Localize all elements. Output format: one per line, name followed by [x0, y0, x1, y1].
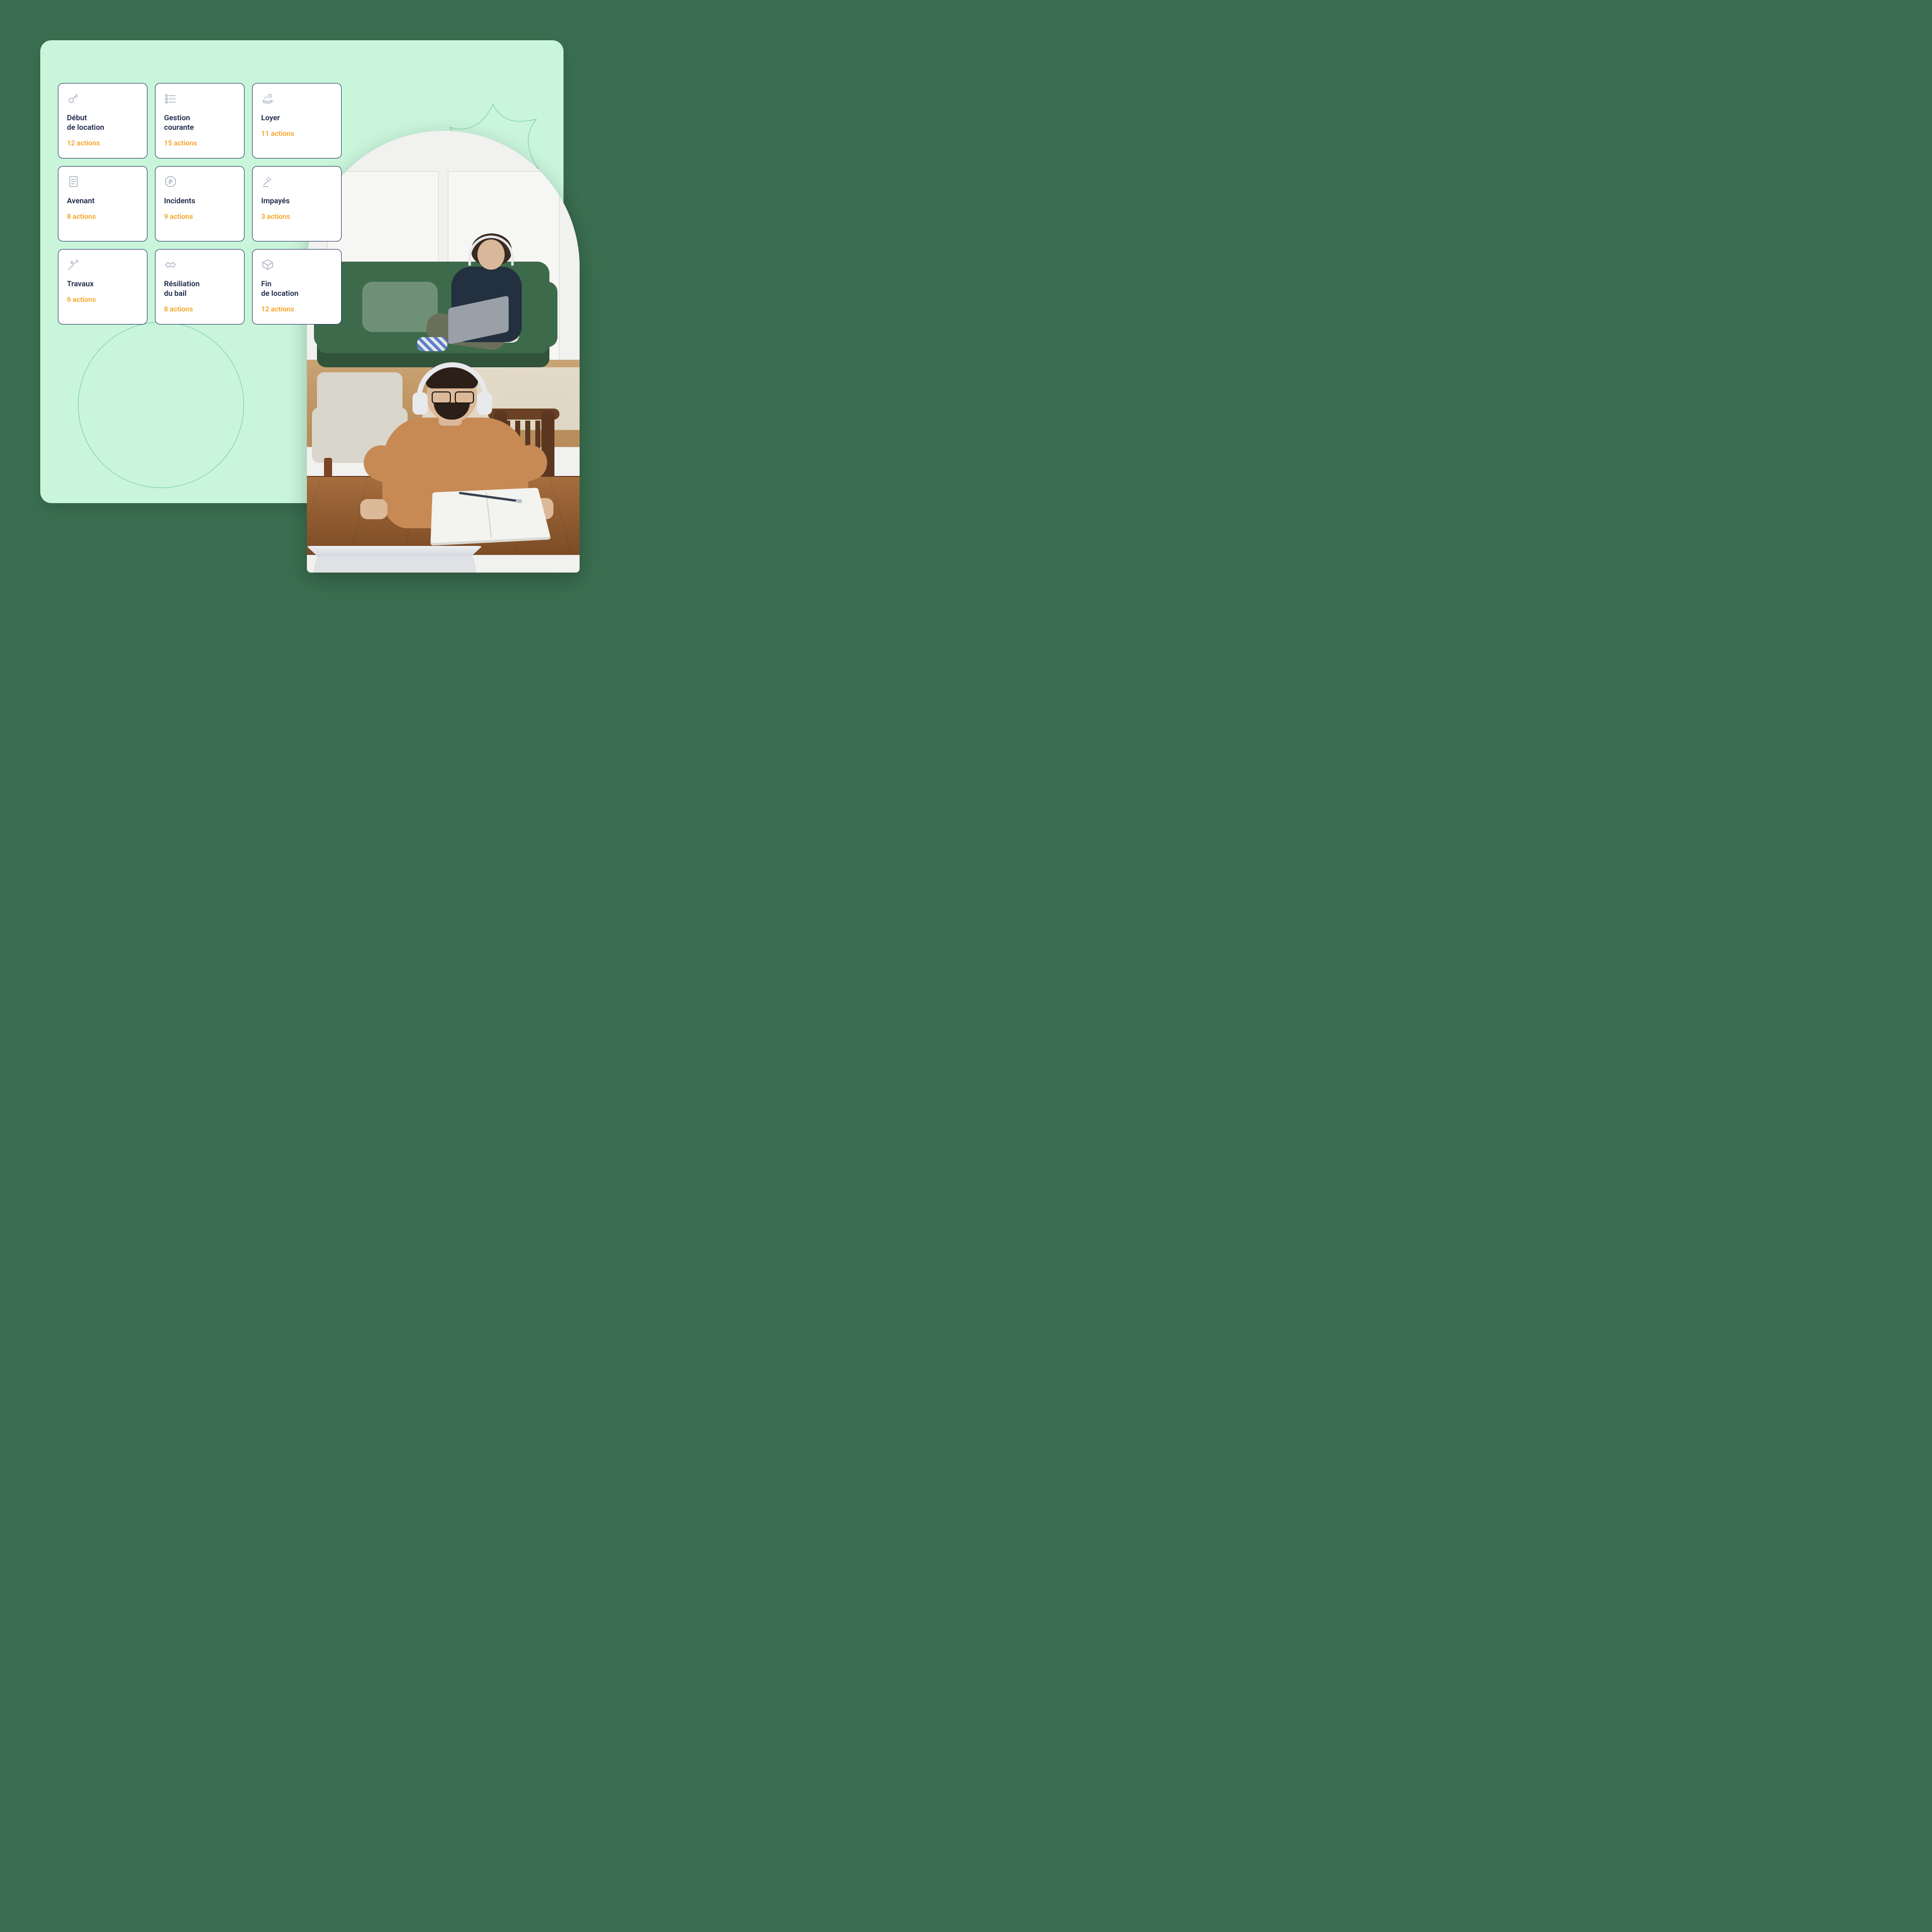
card-title: Gestion courante	[164, 113, 235, 132]
card-gestion-courante[interactable]: Gestion courante 15 actions	[155, 83, 245, 158]
card-title: Loyer	[261, 113, 333, 123]
card-loyer[interactable]: Loyer 11 actions	[252, 83, 342, 158]
decorative-circle	[78, 322, 244, 488]
card-count: 3 actions	[261, 213, 333, 221]
card-count: 15 actions	[164, 139, 235, 147]
card-count: 12 actions	[67, 139, 138, 147]
stop-hand-icon	[164, 175, 177, 188]
card-travaux[interactable]: Travaux 6 actions	[58, 249, 147, 325]
gavel-icon	[261, 175, 274, 188]
card-title: Fin de location	[261, 279, 333, 298]
card-count: 8 actions	[67, 213, 138, 221]
card-title: Avenant	[67, 196, 138, 206]
stage: Début de location 12 actions Gestion cou…	[0, 0, 604, 604]
hero-photo	[307, 131, 580, 573]
card-title: Début de location	[67, 113, 138, 132]
card-avenant[interactable]: Avenant 8 actions	[58, 166, 147, 242]
card-debut-de-location[interactable]: Début de location 12 actions	[58, 83, 147, 158]
card-count: 12 actions	[261, 305, 333, 313]
laptop	[309, 527, 481, 573]
card-title: Impayés	[261, 196, 333, 206]
person-on-couch	[446, 236, 532, 342]
card-title: Travaux	[67, 279, 138, 289]
cards-grid: Début de location 12 actions Gestion cou…	[58, 83, 342, 325]
document-icon	[67, 175, 80, 188]
card-fin-de-location[interactable]: Fin de location 12 actions	[252, 249, 342, 325]
card-impayes[interactable]: Impayés 3 actions	[252, 166, 342, 242]
box-icon	[261, 258, 274, 271]
card-title: Résiliation du bail	[164, 279, 235, 298]
card-incidents[interactable]: Incidents 9 actions	[155, 166, 245, 242]
card-resiliation-du-bail[interactable]: Résiliation du bail 8 actions	[155, 249, 245, 325]
key-icon	[67, 92, 80, 105]
card-title: Incidents	[164, 196, 235, 206]
card-count: 8 actions	[164, 305, 235, 313]
list-icon	[164, 92, 177, 105]
tools-icon	[67, 258, 80, 271]
coins-icon	[261, 92, 274, 105]
card-count: 6 actions	[67, 296, 138, 304]
card-count: 9 actions	[164, 213, 235, 221]
card-count: 11 actions	[261, 130, 333, 138]
handshake-icon	[164, 258, 177, 271]
